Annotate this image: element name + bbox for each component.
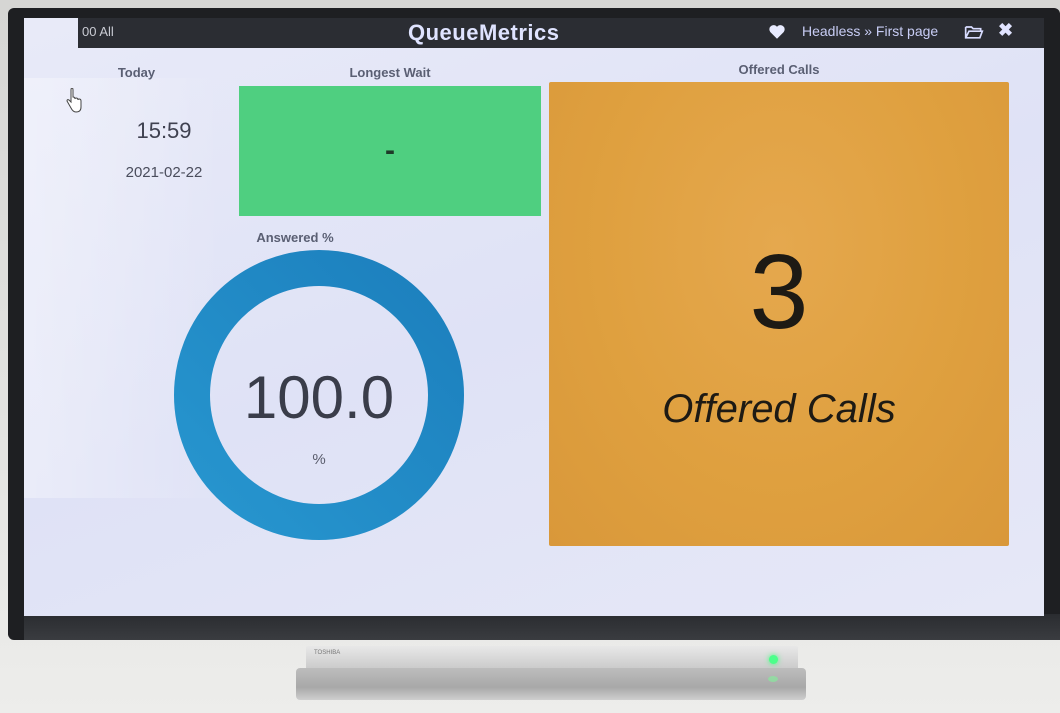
folder-open-icon[interactable]: [964, 23, 984, 41]
tv-stand-neck: [306, 646, 798, 670]
offered-calls-value: 3: [749, 233, 809, 351]
answered-unit: %: [312, 451, 326, 468]
longest-wait-label: Longest Wait: [349, 65, 431, 80]
longest-wait-tile: -: [239, 86, 541, 216]
power-led-icon: [769, 655, 778, 664]
clock-time: 15:59: [136, 118, 192, 143]
breadcrumb[interactable]: Headless » First page: [802, 23, 938, 39]
hand-pointer-icon: [66, 88, 82, 113]
longest-wait-value: -: [385, 134, 395, 167]
offered-calls-caption: Offered Calls: [662, 387, 896, 431]
answered-value: 100.0: [243, 364, 395, 431]
answered-label: Answered %: [256, 230, 334, 245]
tv-stand-base: [296, 668, 806, 700]
heart-icon[interactable]: [768, 23, 786, 41]
clock-date: 2021-02-22: [125, 164, 203, 181]
close-icon[interactable]: ✖: [998, 20, 1013, 41]
tv-screen: 00 All QueueMetrics Headless » First pag…: [24, 18, 1044, 616]
queue-selector[interactable]: 00 All: [82, 24, 114, 39]
app-header: 00 All QueueMetrics Headless » First pag…: [78, 18, 1044, 48]
offered-label: Offered Calls: [738, 62, 820, 77]
led-reflection: [768, 676, 778, 682]
app-title: QueueMetrics: [408, 20, 560, 45]
today-label: Today: [117, 65, 156, 80]
tv-bottom-bezel: [24, 614, 1060, 640]
tv-brand: TOSHIBA: [314, 650, 341, 656]
offered-calls-tile: 3 Offered Calls: [549, 82, 1009, 546]
